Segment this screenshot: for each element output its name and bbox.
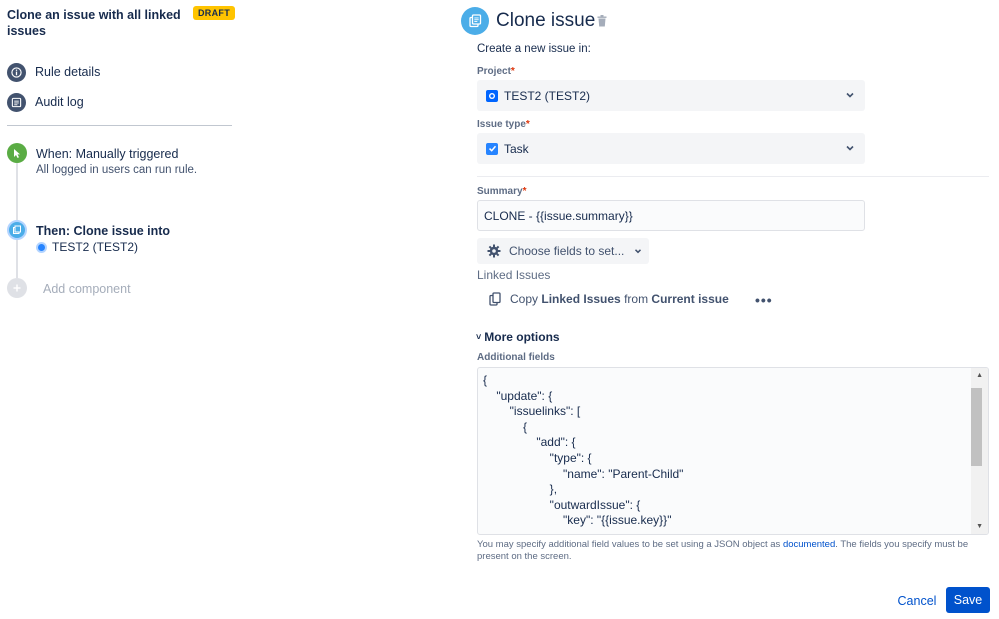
clone-icon [7,220,27,240]
choose-fields-button[interactable]: Choose fields to set... [477,238,649,264]
required-mark: * [510,66,515,77]
linked-issues-rule: Copy Linked Issues from Current issue [489,292,729,306]
sidebar-divider [7,125,232,126]
summary-input[interactable]: CLONE - {{issue.summary}} [477,200,865,231]
copy-word: Copy [510,292,539,306]
nav-label: Audit log [35,95,84,109]
required-mark: * [525,119,530,130]
task-checkbox-icon [486,142,498,155]
current-issue-bold: Current issue [651,292,729,306]
additional-fields-label: Additional fields [477,352,555,363]
rule-sidebar: Clone an issue with all linked issues DR… [0,0,240,619]
linked-issues-label: Linked Issues [477,268,551,282]
issue-type-label-text: Issue type [477,119,526,130]
project-label-text: Project [477,66,511,77]
info-icon [7,62,26,82]
project-label: Project* [477,66,515,77]
scroll-down-icon[interactable]: ▼ [976,523,983,530]
draft-badge: DRAFT [193,6,235,20]
clone-issue-icon [461,7,489,35]
add-component-link[interactable]: Add component [43,282,131,296]
copy-icon [489,292,501,306]
nav-rule-details[interactable]: Rule details [7,62,100,82]
plus-icon[interactable] [7,278,27,298]
project-avatar-icon [36,241,47,253]
more-options-toggle[interactable]: ˅ More options [476,330,560,344]
nav-label: Rule details [35,65,101,79]
save-button[interactable]: Save [946,587,990,613]
scroll-thumb[interactable] [971,388,982,466]
action-project-label: TEST2 (TEST2) [52,240,139,254]
create-issue-label: Create a new issue in: [477,43,591,55]
more-options-label: More options [484,330,560,344]
issue-type-select-value: Task [504,141,529,156]
project-select[interactable]: TEST2 (TEST2) [477,80,865,111]
trigger-component[interactable]: When: Manually triggered [36,147,178,161]
help-text-before: You may specify additional field values … [477,539,783,550]
timeline-connector [16,163,18,220]
choose-fields-label: Choose fields to set... [509,244,625,258]
documented-link[interactable]: documented [783,539,835,550]
issue-type-select[interactable]: Task [477,133,865,164]
summary-label-text: Summary [477,186,523,197]
scrollbar[interactable]: ▲ ▼ [971,368,988,534]
section-divider [477,176,989,177]
chevron-down-icon [846,92,854,98]
list-icon [7,92,26,112]
caret-down-icon: ˅ [476,332,482,342]
gear-icon [487,244,501,258]
chevron-down-icon [635,249,642,254]
additional-fields-textarea[interactable]: { "update": { "issuelinks": [ { "add": {… [477,367,989,535]
page-title: Clone issue [496,10,596,31]
rule-title: Clone an issue with all linked issues [7,8,181,38]
scroll-up-icon[interactable]: ▲ [976,372,983,379]
trash-icon[interactable] [597,15,607,30]
from-word: from [624,292,649,306]
nav-audit-log[interactable]: Audit log [7,92,84,112]
project-avatar-icon [486,89,498,102]
issue-type-label: Issue type* [477,119,530,130]
more-actions-icon[interactable]: ••• [755,292,773,308]
help-text: You may specify additional field values … [477,539,989,563]
linked-issues-bold: Linked Issues [541,292,621,306]
trigger-subtitle: All logged in users can run rule. [36,164,198,176]
action-project: TEST2 (TEST2) [36,240,138,254]
timeline-connector [16,240,18,278]
summary-label: Summary* [477,186,526,197]
cancel-button[interactable]: Cancel [894,588,940,613]
additional-fields-code: { "update": { "issuelinks": [ { "add": {… [483,373,684,528]
action-component[interactable]: Then: Clone issue into [36,224,170,238]
project-select-value: TEST2 (TEST2) [504,88,591,103]
cursor-icon [7,143,27,163]
linked-issues-text: Copy Linked Issues from Current issue [510,292,729,306]
chevron-down-icon [846,145,854,151]
required-mark: * [522,186,527,197]
